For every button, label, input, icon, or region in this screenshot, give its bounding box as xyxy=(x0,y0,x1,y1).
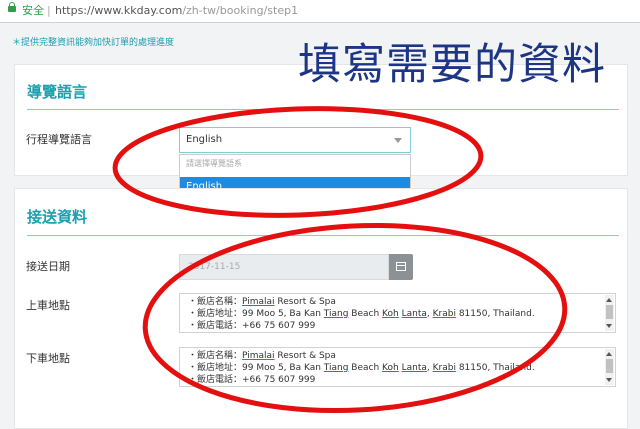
annotation-handwritten-text: 填寫需要的資料 xyxy=(298,40,606,90)
annotation-circle-transfer xyxy=(142,222,568,414)
annotation-circle-language xyxy=(112,106,484,218)
